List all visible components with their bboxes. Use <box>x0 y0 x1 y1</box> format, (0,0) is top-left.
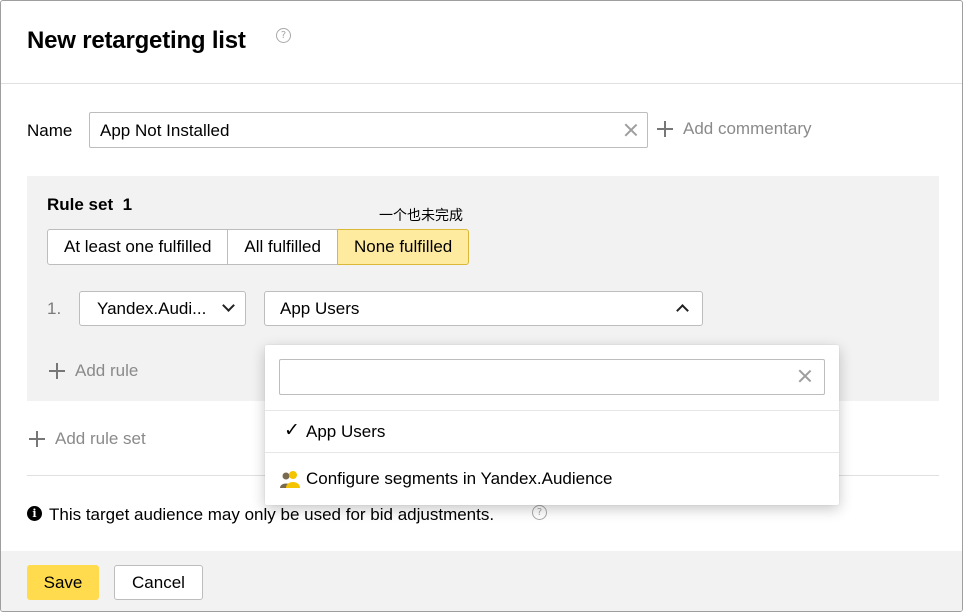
close-icon[interactable] <box>798 369 812 383</box>
dropdown-item-app-users[interactable]: ✓ App Users <box>265 411 839 452</box>
source-select-value: Yandex.Audi... <box>97 299 207 318</box>
dropdown-item-label: App Users <box>306 422 386 441</box>
add-rule-link[interactable]: Add rule <box>75 361 138 381</box>
rule-set-number: 1 <box>122 195 133 214</box>
chevron-down-icon <box>222 299 235 312</box>
mode-all-button[interactable]: All fulfilled <box>227 229 338 265</box>
rule-number: 1. <box>47 299 62 318</box>
name-input-value: App Not Installed <box>100 121 230 140</box>
dropdown-item-configure-segments[interactable]: Configure segments in Yandex.Audience <box>265 458 839 499</box>
plus-icon[interactable] <box>657 121 673 137</box>
rule-set-title: Rule set 1 <box>47 195 132 215</box>
rule-set-title-text: Rule set <box>47 195 114 214</box>
page-title: New retargeting list <box>27 27 246 54</box>
plus-icon[interactable] <box>49 363 65 379</box>
dialog: New retargeting list ? Name App Not Inst… <box>0 0 963 612</box>
dropdown-item-label: Configure segments in Yandex.Audience <box>306 469 613 488</box>
question-circle-icon[interactable]: ? <box>532 505 547 520</box>
save-button[interactable]: Save <box>27 565 99 600</box>
dialog-footer: Save Cancel <box>1 551 962 611</box>
segment-dropdown: ✓ App Users Configure segments in Yandex… <box>265 345 839 505</box>
mode-none-button[interactable]: None fulfilled <box>336 229 470 265</box>
add-commentary-link[interactable]: Add commentary <box>683 119 812 139</box>
checkmark-icon: ✓ <box>284 419 300 441</box>
dropdown-search-clear-wrap <box>279 359 825 395</box>
segment-select[interactable]: App Users <box>264 291 703 326</box>
name-input[interactable]: App Not Installed <box>89 112 648 148</box>
divider <box>265 452 839 453</box>
add-rule-set-link[interactable]: Add rule set <box>55 429 146 449</box>
plus-icon[interactable] <box>29 431 45 447</box>
question-circle-icon[interactable]: ? <box>276 28 291 43</box>
mode-at-least-one-button[interactable]: At least one fulfilled <box>47 229 229 265</box>
dialog-header: New retargeting list ? <box>1 1 962 84</box>
source-select[interactable]: Yandex.Audi... <box>79 291 246 326</box>
mode-tooltip: 一个也未完成 <box>379 208 463 224</box>
info-text: This target audience may only be used fo… <box>49 505 495 524</box>
cancel-button[interactable]: Cancel <box>114 565 203 600</box>
rule-mode-selector: At least one fulfilled All fulfilled Non… <box>47 229 470 265</box>
segment-select-value: App Users <box>280 299 360 318</box>
audience-people-icon <box>280 471 300 488</box>
name-label: Name <box>27 121 73 140</box>
chevron-up-icon <box>676 304 689 317</box>
close-icon[interactable] <box>624 123 638 137</box>
info-icon: i <box>27 506 42 521</box>
